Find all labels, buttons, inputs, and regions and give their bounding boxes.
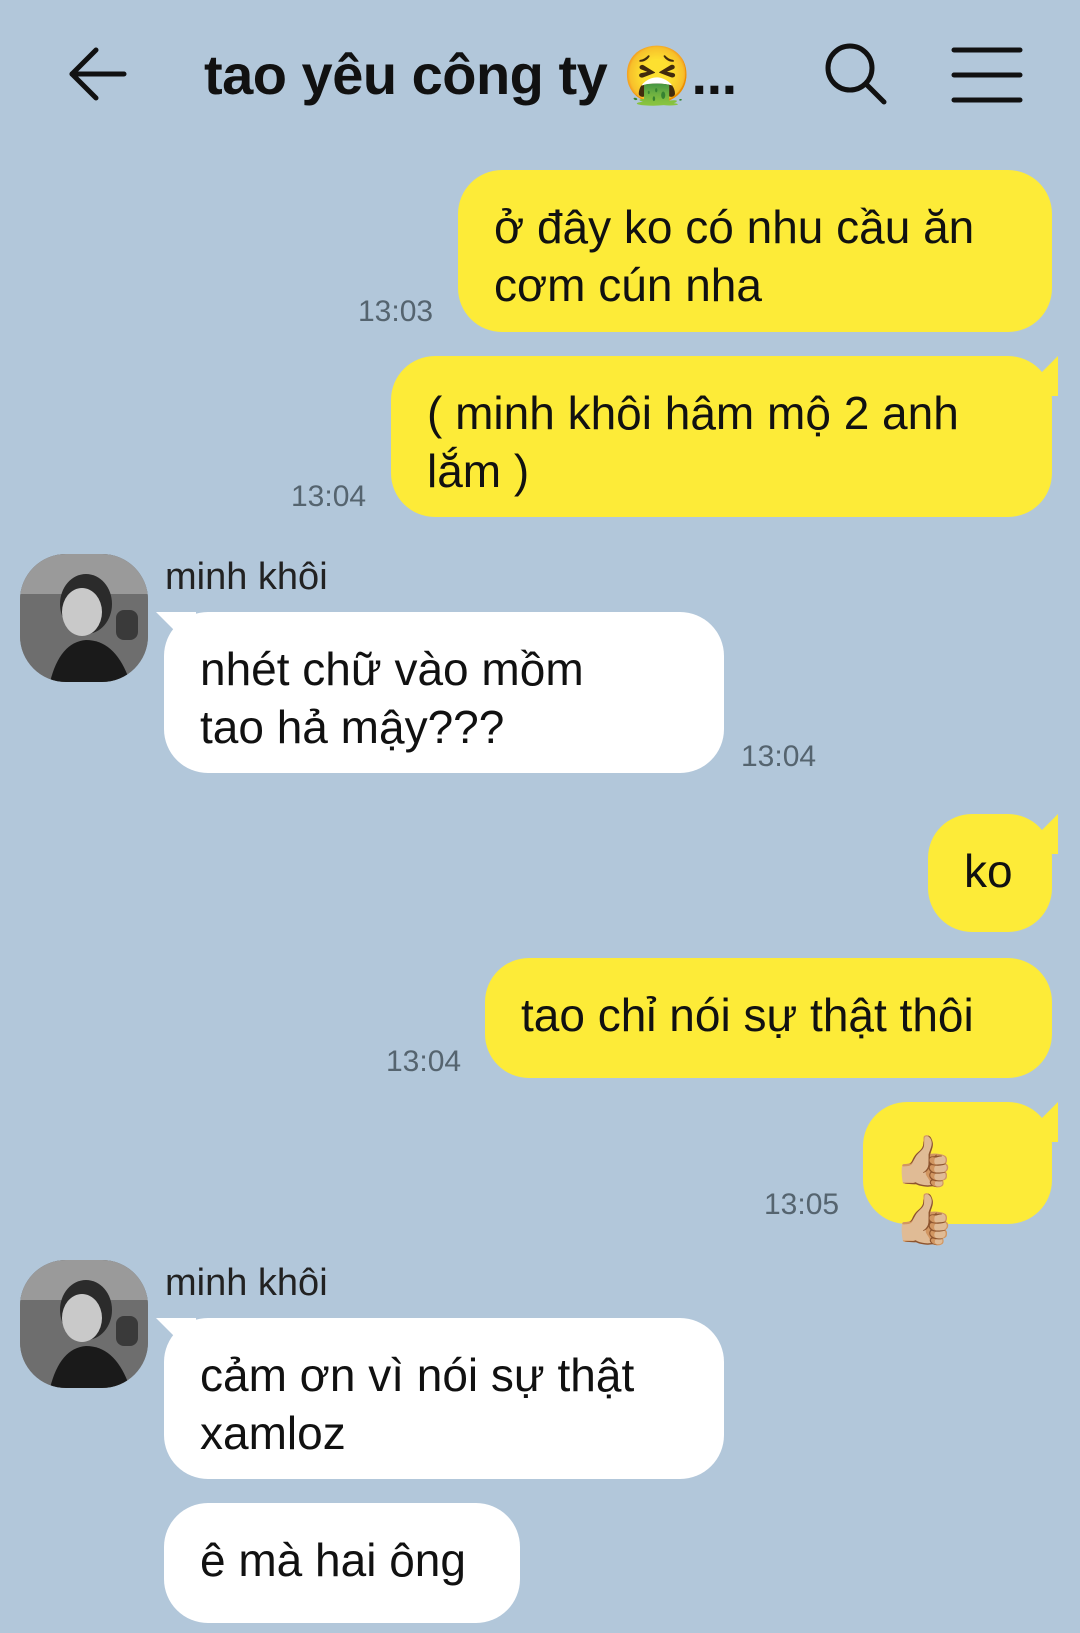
- message-time: 13:03: [358, 295, 434, 328]
- chat-title[interactable]: tao yêu công ty 🤮...: [204, 40, 764, 110]
- incoming-message-bubble[interactable]: nhét chữ vào mồm tao hả mậy???: [164, 612, 724, 773]
- menu-icon[interactable]: [950, 40, 1024, 110]
- search-icon[interactable]: [820, 38, 892, 110]
- outgoing-message-bubble[interactable]: ở đây ko có nhu cầu ăn cơm cún nha: [458, 170, 1052, 332]
- sender-name: minh khôi: [165, 1262, 328, 1304]
- message-time: 13:05: [764, 1188, 840, 1221]
- message-time: 13:04: [386, 1045, 462, 1078]
- message-time: 13:04: [291, 480, 367, 513]
- back-arrow-icon[interactable]: [62, 38, 134, 110]
- avatar[interactable]: [20, 554, 148, 682]
- incoming-message-bubble[interactable]: ê mà hai ông: [164, 1503, 520, 1623]
- outgoing-message-bubble[interactable]: ko: [928, 814, 1052, 932]
- outgoing-message-bubble[interactable]: tao chỉ nói sự thật thôi: [485, 958, 1052, 1078]
- message-time: 13:04: [741, 740, 817, 773]
- sender-name: minh khôi: [165, 556, 328, 598]
- incoming-message-bubble[interactable]: cảm ơn vì nói sự thật xamloz: [164, 1318, 724, 1479]
- outgoing-emoji-bubble[interactable]: 👍🏼👍🏼: [863, 1102, 1052, 1247]
- avatar[interactable]: [20, 1260, 148, 1388]
- outgoing-message-bubble[interactable]: ( minh khôi hâm mộ 2 anh lắm ): [391, 356, 1052, 517]
- chat-header: tao yêu công ty 🤮...: [0, 0, 1080, 150]
